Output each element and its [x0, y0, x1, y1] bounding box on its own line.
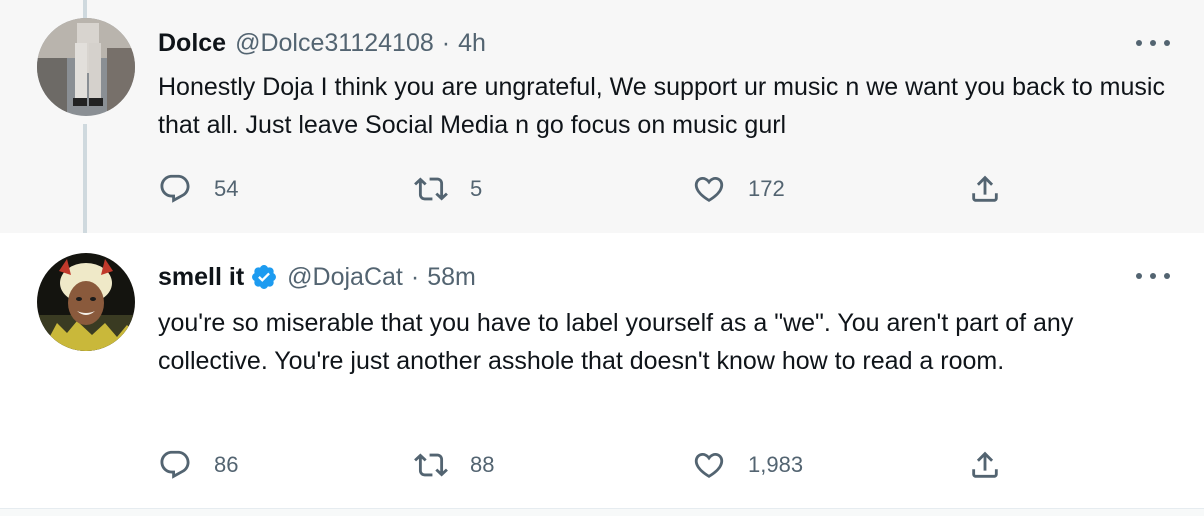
avatar[interactable]	[37, 253, 135, 351]
tweet-actions: 86 88 1,983	[158, 445, 1018, 485]
tweet[interactable]: smell it @DojaCat · 58m you're so misera…	[0, 233, 1204, 509]
tweet-text: you're so miserable that you have to lab…	[158, 309, 1074, 375]
share-button[interactable]	[968, 445, 1002, 485]
share-icon	[972, 451, 998, 478]
timestamp[interactable]: 58m	[427, 263, 476, 292]
user-handle[interactable]: @DojaCat	[287, 263, 403, 292]
separator: ·	[441, 28, 451, 57]
reply-icon	[160, 450, 190, 479]
tweet-header: Dolce @Dolce31124108 · 4h	[158, 25, 486, 61]
like-count: 1,983	[748, 452, 804, 477]
more-icon[interactable]	[1136, 35, 1170, 51]
reply-button[interactable]: 54	[158, 169, 238, 209]
retweet-count: 88	[470, 452, 495, 477]
timestamp[interactable]: 4h	[458, 29, 486, 58]
thread-connector-line	[83, 124, 87, 242]
share-icon	[972, 175, 998, 202]
retweet-icon	[414, 177, 448, 201]
tweet-actions: 54 5 172	[158, 169, 1018, 209]
user-handle[interactable]: @Dolce31124108	[235, 29, 434, 58]
tweet-header: smell it @DojaCat · 58m	[158, 259, 476, 295]
like-count: 172	[748, 176, 785, 201]
retweet-button[interactable]: 5	[414, 169, 482, 209]
like-button[interactable]: 1,983	[692, 445, 803, 485]
retweet-button[interactable]: 88	[414, 445, 494, 485]
reply-button[interactable]: 86	[158, 445, 238, 485]
tweet-text: Honestly Doja I think you are ungrateful…	[158, 73, 1165, 139]
display-name[interactable]: Dolce	[158, 29, 226, 58]
avatar[interactable]	[37, 18, 135, 116]
reply-count: 86	[214, 452, 239, 477]
display-name[interactable]: smell it	[158, 263, 244, 292]
retweet-count: 5	[470, 176, 483, 201]
share-button[interactable]	[968, 169, 1002, 209]
more-icon[interactable]	[1136, 268, 1170, 284]
like-button[interactable]: 172	[692, 169, 785, 209]
verified-badge-icon	[252, 265, 277, 289]
separator: ·	[410, 262, 420, 291]
thread-connector-line	[83, 0, 87, 18]
like-icon	[694, 452, 724, 478]
tweet[interactable]: Dolce @Dolce31124108 · 4h Honestly Doja …	[0, 0, 1204, 242]
next-section-edge	[0, 509, 1204, 516]
like-icon	[694, 176, 724, 202]
reply-count: 54	[214, 176, 239, 201]
retweet-icon	[414, 453, 448, 477]
reply-icon	[160, 174, 190, 203]
